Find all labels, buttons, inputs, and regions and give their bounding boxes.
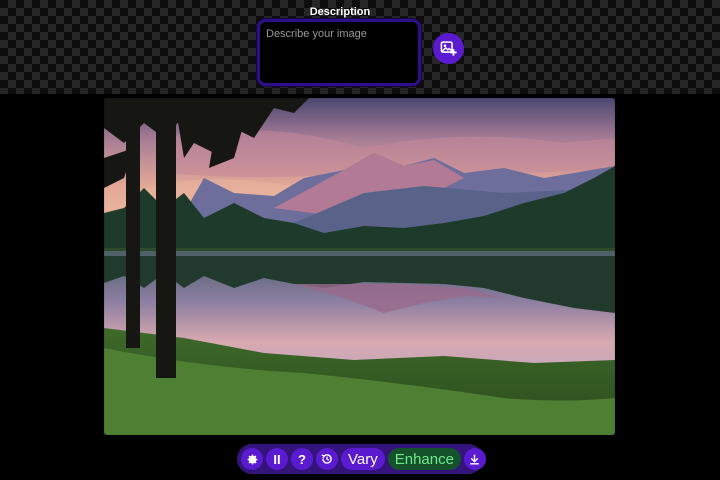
generated-image xyxy=(104,98,615,435)
history-icon xyxy=(321,454,332,464)
enhance-button[interactable]: Enhance xyxy=(387,448,461,470)
settings-button[interactable] xyxy=(241,448,263,470)
description-input[interactable] xyxy=(260,22,418,83)
vary-label: Vary xyxy=(348,450,378,468)
action-toolbar: II ? Vary Enhance xyxy=(237,444,486,474)
image-plus-icon xyxy=(440,41,457,56)
landscape-photo xyxy=(104,98,615,435)
description-field-wrapper xyxy=(257,19,421,86)
header-bar: Description xyxy=(0,0,720,94)
history-button[interactable] xyxy=(316,448,338,470)
pause-button[interactable]: II xyxy=(266,448,288,470)
enhance-label: Enhance xyxy=(394,450,454,468)
gear-icon xyxy=(247,454,257,464)
add-image-button[interactable] xyxy=(433,33,464,64)
app-page: Description Describe your image II ? Var… xyxy=(0,0,720,480)
help-button[interactable]: ? xyxy=(291,448,313,470)
download-button[interactable] xyxy=(463,448,486,470)
help-label: ? xyxy=(298,451,306,467)
vary-button[interactable]: Vary xyxy=(341,448,385,470)
description-label: Description xyxy=(309,6,371,18)
pause-label: II xyxy=(273,451,281,467)
download-icon xyxy=(470,454,480,465)
